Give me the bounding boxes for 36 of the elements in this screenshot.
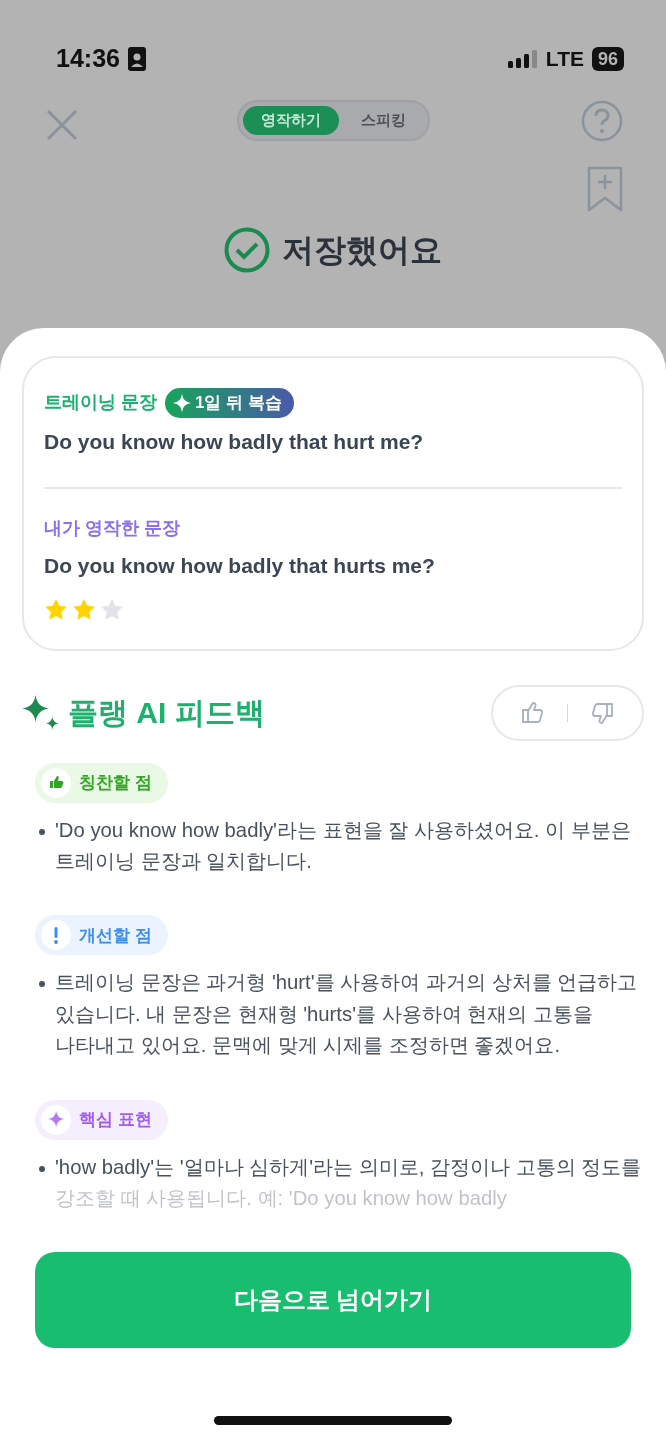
sparkle-icon [173,393,191,412]
status-time: 14:36 [56,43,120,75]
training-sentence: Do you know how badly that hurt me? [44,428,425,455]
mode-tab[interactable]: 영작하기 [242,106,339,135]
bullet-dot [39,981,45,988]
mode-tab[interactable]: 스피킹 [342,106,424,135]
id-card-icon [127,47,146,71]
my-sentence-label: 내가 영작한 문장 [44,517,181,540]
saved-title: 저장했어요 [282,231,442,270]
bullet-dot [39,1165,45,1172]
review-badge: 1일 뒤 복습 [165,388,294,418]
training-label: 트레이닝 문장 [44,391,157,415]
section-tag: 칭찬할 점 [35,762,168,803]
exclamation-icon [53,926,59,944]
section-tag: 개선할 점 [35,915,168,956]
help-icon[interactable] [581,100,623,142]
close-icon[interactable] [45,108,79,142]
star-icon [100,597,124,621]
sparkle-icon [47,1111,65,1129]
my-sentence: Do you know how badly that hurts me? [44,553,436,579]
sparkle-icon [22,694,60,731]
signal-icon [507,50,538,68]
next-button[interactable]: 다음으로 넘어가기 [35,1252,631,1348]
battery-level: 96 [591,47,624,71]
bullet-dot [39,828,45,835]
network-label: LTE [545,46,584,73]
feedback-text: 트레이닝 문장은 과거형 'hurt'를 사용하여 과거의 상처를 언급하고 있습니다. 내 문장은 현재형 'hurts'를 사용하여 현재의 고통을 나타내고 있어요. 문맥에 맞게 시제를 조정하면 좋겠어요. [55,970,639,1059]
star-icon [72,597,96,621]
feedback-title: 플랭 AI 피드백 [68,695,265,731]
star-icon [44,597,68,621]
thumbs-up-icon [47,774,65,791]
feedback-text: 'Do you know how badly'라는 표현을 잘 사용하셨어요. 이 부분은 트레이닝 문장과 일치합니다. [55,817,632,874]
bookmark-add-icon[interactable] [587,166,623,212]
feedback-text: 'how badly'는 '얼마나 심하게'라는 의미로, 감정이나 고통의 정도를 강조할 때 사용됩니다. 예: 'Do you know how badly [55,1154,643,1212]
check-circle-icon [224,227,270,273]
section-tag: 핵심 표현 [35,1099,168,1140]
